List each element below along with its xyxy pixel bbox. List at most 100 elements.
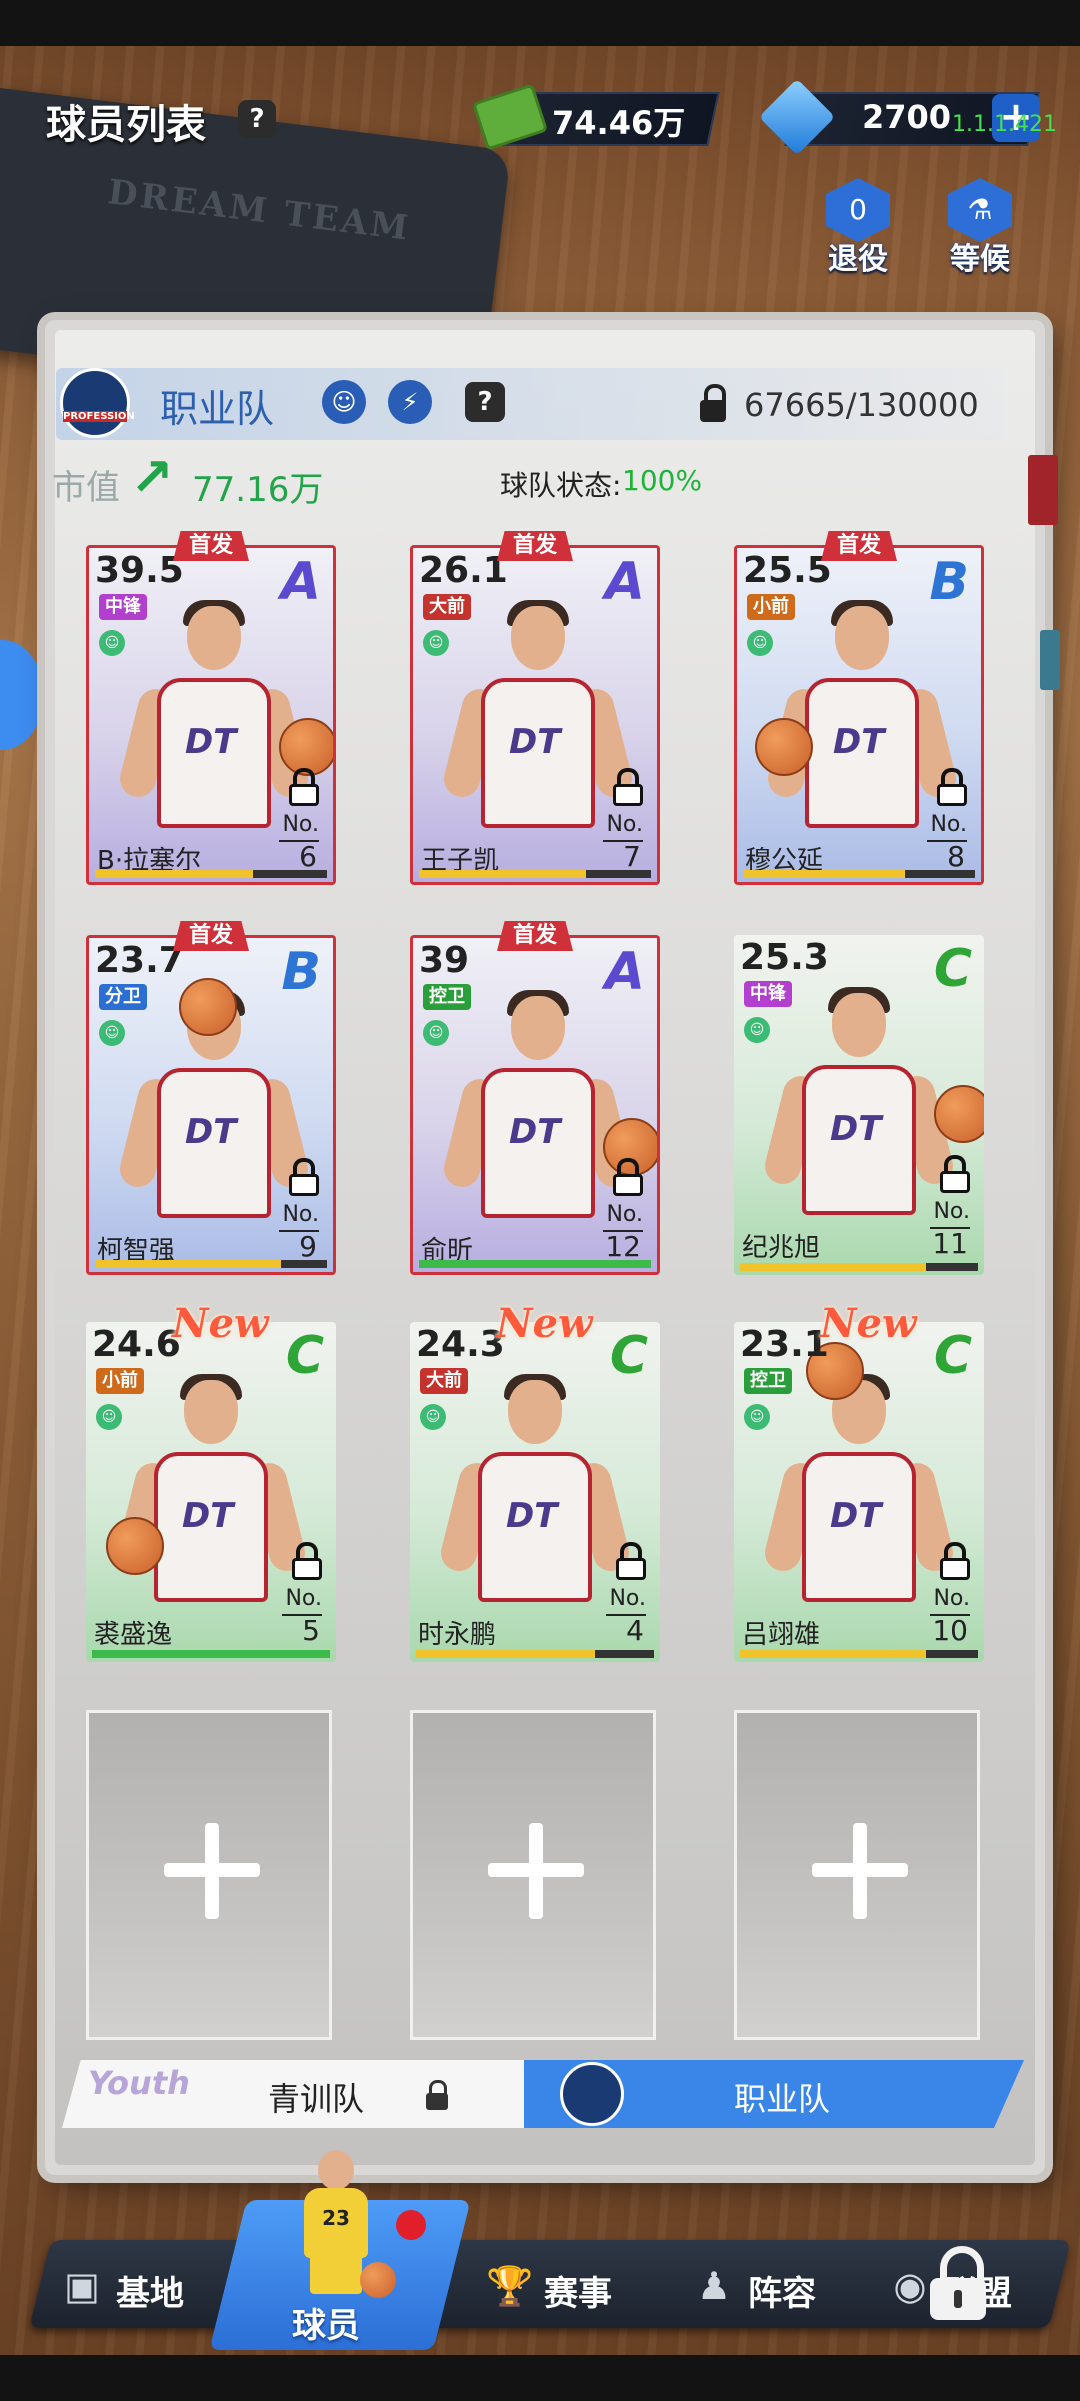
player-grade: C <box>933 939 972 999</box>
profession-logo-icon: PROFESSION <box>60 368 135 438</box>
notification-dot <box>396 2210 426 2240</box>
stamina-fill <box>419 870 587 878</box>
waitlist-button[interactable]: ⚗ 等候 <box>938 178 1022 278</box>
starter-tag: 首发 <box>173 531 249 561</box>
basketball-icon <box>360 2262 396 2298</box>
stamina-bar <box>740 1650 978 1658</box>
padlock-icon <box>288 1542 324 1582</box>
mood-smile-icon: ☺ <box>96 1404 122 1430</box>
league-globe-icon: ◉ <box>893 2264 927 2308</box>
title-help-icon[interactable]: ? <box>238 100 276 138</box>
jersey-number: 8 <box>947 840 965 873</box>
youth-logo-icon: Youth <box>88 2064 190 2102</box>
team-status-value: 100% <box>622 464 703 497</box>
red-bookmark <box>1028 455 1058 525</box>
player-card[interactable]: DT 24.3 C 大前 ☺ No. 4 时永鹏 <box>410 1322 660 1662</box>
stamina-bar <box>95 870 327 878</box>
position-badge: 中锋 <box>99 594 147 620</box>
stamina-bar <box>92 1650 330 1658</box>
player-rating: 23.7 <box>95 940 184 981</box>
number-label: No. <box>933 1586 970 1611</box>
player-portrait: DT <box>761 985 957 1215</box>
position-badge: 分卫 <box>99 984 147 1010</box>
number-label: No. <box>285 1586 322 1611</box>
retire-button[interactable]: 0 退役 <box>816 178 900 278</box>
stamina-fill <box>92 1650 330 1658</box>
stamina-bar <box>740 1263 978 1271</box>
new-tag: New <box>820 1300 917 1347</box>
stamina-fill <box>95 1260 281 1268</box>
jersey-number: 5 <box>302 1614 320 1647</box>
nav-base-label: 基地 <box>116 2274 184 2314</box>
jersey-number: 10 <box>932 1614 968 1647</box>
waitlist-label: 等候 <box>950 242 1010 277</box>
starter-tag: 首发 <box>821 531 897 561</box>
version-label: 1.1.1.421 <box>952 112 1057 137</box>
player-card[interactable]: DT 23.7 B 分卫 ☺ No. 9 柯智强 <box>86 935 336 1275</box>
mood-smile-icon: ☺ <box>99 630 125 656</box>
player-grade: C <box>285 1326 324 1386</box>
player-rating: 23.1 <box>740 1324 829 1365</box>
mood-smile-icon: ☺ <box>423 630 449 656</box>
number-label: No. <box>282 812 319 837</box>
empty-player-slot[interactable] <box>410 1710 656 2040</box>
stamina-bar <box>743 870 975 878</box>
nav-events-label: 赛事 <box>544 2274 612 2314</box>
stamina-fill <box>740 1263 926 1271</box>
team-people-icon: ♟ <box>696 2264 732 2308</box>
number-label: No. <box>606 812 643 837</box>
player-grade: C <box>609 1326 648 1386</box>
basketball-icon <box>106 1517 164 1575</box>
position-badge: 小前 <box>747 594 795 620</box>
basketball-icon <box>179 978 237 1036</box>
mood-smile-icon: ☺ <box>744 1017 770 1043</box>
team-help-icon[interactable]: ? <box>465 382 505 422</box>
padlock-icon <box>285 768 321 808</box>
tab-youth-label: 青训队 <box>268 2080 365 2118</box>
jersey-number: 6 <box>299 840 317 873</box>
jersey-number: 11 <box>932 1227 968 1260</box>
stamina-bar <box>416 1650 654 1658</box>
jersey-number: 4 <box>626 1614 644 1647</box>
player-grade: B <box>281 942 321 1002</box>
team-name: 职业队 <box>160 387 275 431</box>
player-rating: 39 <box>419 940 470 981</box>
player-card[interactable]: DT 26.1 A 大前 ☺ No. 7 王子凯 <box>410 545 660 885</box>
player-grade: A <box>604 942 645 1002</box>
jersey-number: 9 <box>299 1230 317 1263</box>
player-card[interactable]: DT 39.5 A 中锋 ☺ No. 6 B·拉塞尔 <box>86 545 336 885</box>
trophy-icon: 🏆 <box>486 2264 534 2308</box>
player-rating: 25.5 <box>743 550 832 591</box>
stamina-bar <box>95 1260 327 1268</box>
player-card[interactable]: DT 39 A 控卫 ☺ No. 12 俞昕 <box>410 935 660 1275</box>
mood-face-icon[interactable]: ☺ <box>322 380 366 424</box>
empty-player-slot[interactable] <box>86 1710 332 2040</box>
page-title: 球员列表 <box>46 102 206 148</box>
lightning-icon[interactable]: ⚡ <box>388 380 432 424</box>
retire-count-icon: 0 <box>826 178 890 242</box>
mood-smile-icon: ☺ <box>744 1404 770 1430</box>
profession-logo-text: PROFESSION <box>63 411 135 422</box>
stamina-fill <box>743 870 906 878</box>
player-card[interactable]: DT 23.1 C 控卫 ☺ No. 10 吕翊雄 <box>734 1322 984 1662</box>
number-label: No. <box>930 812 967 837</box>
player-card[interactable]: DT 25.3 C 中锋 ☺ No. 11 纪兆旭 <box>734 935 984 1275</box>
new-tag: New <box>172 1300 269 1347</box>
padlock-icon <box>933 768 969 808</box>
empty-player-slot[interactable] <box>734 1710 980 2040</box>
position-badge: 控卫 <box>423 984 471 1010</box>
player-card[interactable]: DT 25.5 B 小前 ☺ No. 8 穆公延 <box>734 545 984 885</box>
number-label: No. <box>606 1202 643 1227</box>
league-lock-icon <box>930 2246 986 2320</box>
stamina-fill <box>95 870 253 878</box>
mood-smile-icon: ☺ <box>423 1020 449 1046</box>
player-rating: 24.6 <box>92 1324 181 1365</box>
notebook-cover-text: DREAM TEAM <box>105 172 414 249</box>
status-bar <box>0 0 1080 46</box>
stamina-fill <box>416 1650 595 1658</box>
number-label: No. <box>282 1202 319 1227</box>
player-card[interactable]: DT 24.6 C 小前 ☺ No. 5 裘盛逸 <box>86 1322 336 1662</box>
player-grade: B <box>929 552 969 612</box>
market-value: 77.16万 <box>192 470 324 510</box>
capacity-lock-icon <box>700 384 726 422</box>
